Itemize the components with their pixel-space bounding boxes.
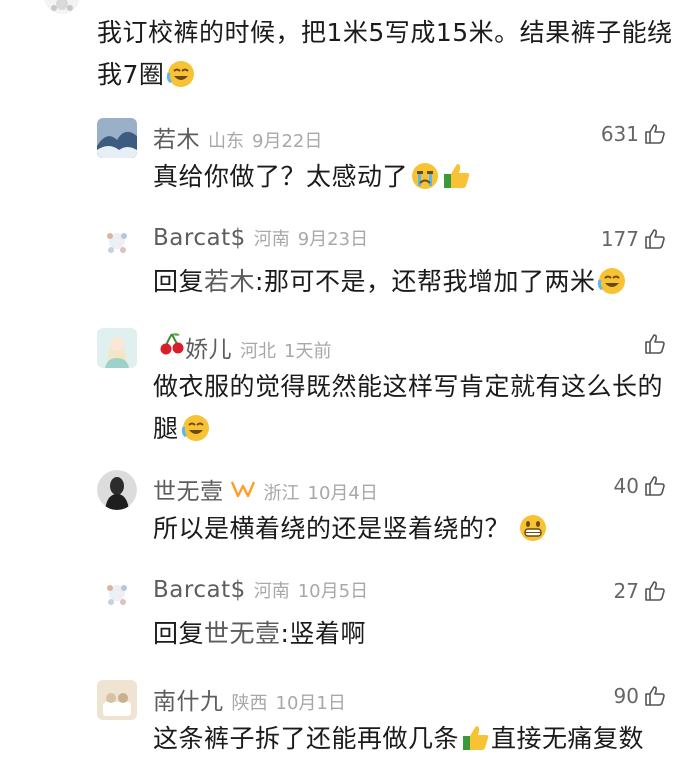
date: 9月22日 (252, 131, 323, 152)
like-count: 631 (600, 122, 639, 146)
like-count: 27 (613, 579, 639, 603)
thumbs-up-icon (645, 334, 665, 354)
avatar[interactable] (97, 470, 137, 510)
username[interactable]: 世无壹 (153, 472, 224, 506)
comment-body: 回复若木:那可不是，还帮我增加了两米 (153, 261, 673, 303)
reply-meta: 娇儿 河北 1天前 (153, 330, 331, 364)
username[interactable]: Barcat$ (153, 225, 246, 251)
like-count: 177 (600, 227, 639, 251)
reply-meta: Barcat$ 河南 9月23日 (153, 225, 368, 259)
username[interactable]: 若木 (153, 120, 200, 154)
region: 浙江 (263, 483, 300, 504)
avatar[interactable] (97, 118, 137, 158)
reply-meta: 南什九 陕西 10月1日 (153, 682, 346, 716)
region: 河北 (240, 341, 276, 362)
mention-link[interactable]: 若木 (204, 267, 255, 296)
reply-item: 娇儿 河北 1天前 做衣服的觉得既然能这样写肯定就有这么长的腿 (97, 328, 667, 448)
reply-prefix: 回复 (153, 267, 205, 296)
reply-meta: Barcat$ 河南 10月5日 (153, 577, 368, 611)
laughing-crying-emoji-icon (598, 268, 626, 294)
date: 10月4日 (307, 483, 378, 504)
comment-thread: 我订校裤的时候，把1米5写成15米。结果裤子能绕我7圈 若木 山东 9月22日 … (0, 0, 690, 771)
region: 陕西 (231, 693, 268, 714)
date: 10月5日 (297, 581, 369, 602)
comment-body: 这条裤子拆了还能再做几条 直接无痛复数 (153, 724, 645, 753)
thumbs-up-icon (645, 476, 665, 496)
thumbs-up-icon (645, 229, 665, 249)
like-count: 90 (613, 684, 639, 708)
comment-body: 做衣服的觉得既然能这样写肯定就有这么长的腿 (153, 372, 664, 443)
like-button[interactable]: 177 (601, 227, 667, 251)
region: 河南 (253, 581, 290, 602)
reply-item: 若木 山东 9月22日 631 真给你做了？太感动了 (97, 118, 667, 208)
avatar[interactable] (97, 680, 137, 720)
username[interactable]: 南什九 (153, 682, 224, 716)
username[interactable]: Barcat$ (153, 577, 246, 603)
avatar[interactable] (44, 0, 80, 14)
reply-meta: 若木 山东 9月22日 (153, 120, 322, 154)
reply-item: Barcat$ 河南 9月23日 177 回复若木:那可不是，还帮我增加了两米 (97, 223, 667, 313)
avatar[interactable] (97, 223, 137, 263)
region: 山东 (208, 131, 244, 152)
reply-item: 世无壹 浙江 10月4日 40 所以是横着绕的还是竖着绕的？ (97, 470, 667, 560)
vip-badge-icon (230, 481, 255, 498)
thumbs-up-emoji-icon (463, 726, 489, 750)
cherry-icon (160, 333, 184, 355)
thumbs-up-emoji-icon (444, 164, 470, 188)
username[interactable]: 娇儿 (185, 330, 232, 364)
like-count: 40 (613, 474, 639, 498)
like-button[interactable]: 90 (614, 684, 667, 708)
comment-body: 真给你做了？太感动了 (153, 156, 673, 198)
comment-body: 我订校裤的时候，把1米5写成15米。结果裤子能绕我7圈 (97, 18, 673, 89)
thumbs-up-icon (645, 581, 665, 601)
reply-prefix: 回复 (153, 619, 205, 648)
reply-meta: 世无壹 浙江 10月4日 (153, 472, 378, 506)
mention-link[interactable]: 世无壹 (204, 619, 281, 648)
like-button[interactable]: 40 (614, 474, 667, 498)
date: 10月1日 (275, 693, 346, 714)
laughing-crying-emoji-icon (181, 415, 209, 441)
reply-item: 南什九 陕西 10月1日 90 这条裤子拆了还能再做几条 直接无痛复数 (97, 680, 667, 770)
date: 9月23日 (297, 229, 369, 250)
like-button[interactable]: 27 (614, 579, 667, 603)
avatar[interactable] (97, 328, 137, 368)
reply-item: Barcat$ 河南 10月5日 27 回复世无壹:竖着啊 (97, 575, 667, 665)
thumbs-up-icon (645, 686, 665, 706)
like-button[interactable]: 631 (601, 122, 667, 146)
comment-body: 回复世无壹:竖着啊 (153, 619, 366, 648)
date: 1天前 (284, 341, 332, 362)
comment-body: 所以是横着绕的还是竖着绕的？ (153, 508, 673, 550)
thumbs-up-icon (645, 124, 665, 144)
avatar[interactable] (97, 575, 137, 615)
region: 河南 (253, 229, 290, 250)
grinning-emoji-icon (520, 515, 547, 541)
laughing-crying-emoji-icon (167, 61, 195, 87)
crying-emoji-icon (412, 163, 439, 189)
like-button[interactable] (639, 332, 667, 356)
